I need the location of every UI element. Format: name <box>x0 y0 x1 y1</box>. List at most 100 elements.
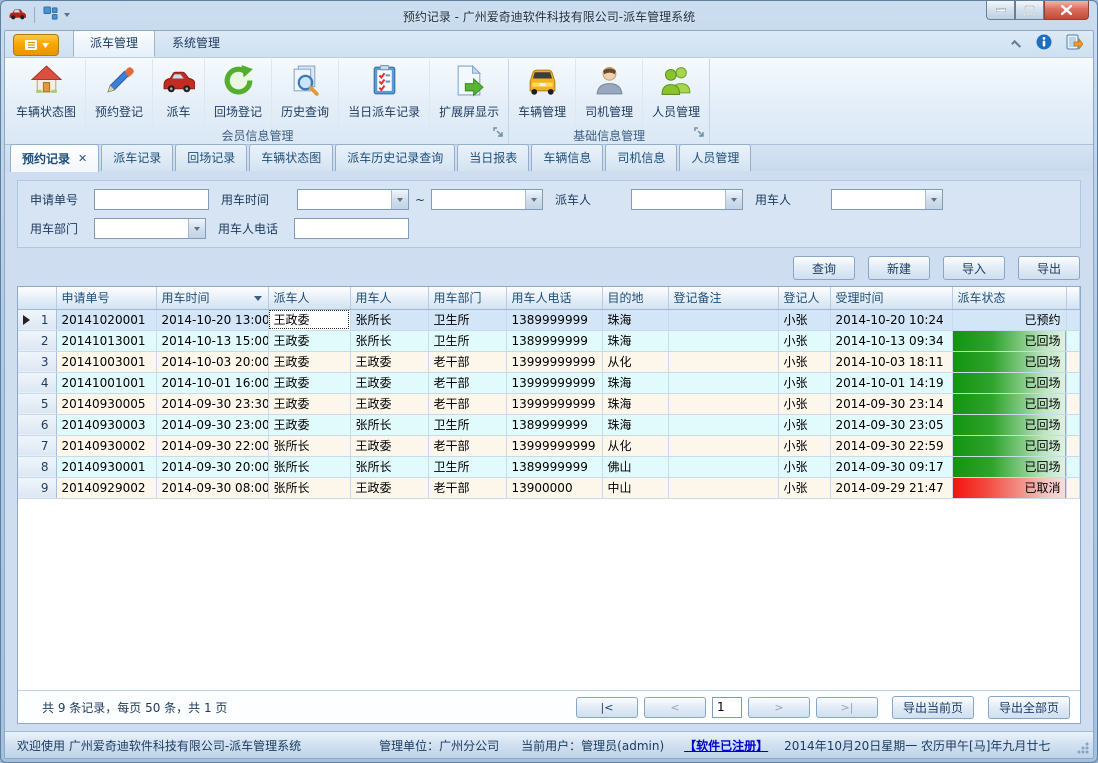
resize-grip-icon[interactable] <box>1077 742 1089 754</box>
cell[interactable] <box>668 372 778 393</box>
cell[interactable]: 张所长 <box>268 477 350 498</box>
ribbon-button-当日派车记录[interactable]: 当日派车记录 <box>338 59 429 126</box>
cell[interactable]: 2014-09-29 21:47 <box>830 477 952 498</box>
request-no-input[interactable] <box>94 189 209 210</box>
cell[interactable]: 老干部 <box>428 393 506 414</box>
dispatch-status-badge[interactable]: 已取消 <box>952 477 1066 498</box>
phone-input[interactable] <box>294 218 409 239</box>
column-header-登记人[interactable]: 登记人 <box>778 287 830 309</box>
table-row[interactable]: 6201409300032014-09-30 23:00王政委张所长卫生所138… <box>18 414 1080 435</box>
doc-tab-派车记录[interactable]: 派车记录 <box>101 144 173 171</box>
cell[interactable]: 张所长 <box>268 435 350 456</box>
cell[interactable] <box>668 414 778 435</box>
row-selector[interactable]: 4 <box>18 372 56 393</box>
dispatch-status-badge[interactable]: 已回场 <box>952 372 1066 393</box>
row-selector[interactable]: 7 <box>18 435 56 456</box>
cell[interactable]: 珠海 <box>602 414 668 435</box>
cell[interactable]: 2014-10-01 14:19 <box>830 372 952 393</box>
collapse-ribbon-icon[interactable] <box>1011 40 1021 50</box>
layout-grid-icon[interactable] <box>43 6 58 24</box>
cell[interactable] <box>668 456 778 477</box>
prev-page-button[interactable]: < <box>644 697 706 718</box>
cell[interactable]: 20140929002 <box>56 477 156 498</box>
row-selector-header[interactable] <box>18 287 56 309</box>
cell[interactable]: 小张 <box>778 351 830 372</box>
export-all-pages-button[interactable]: 导出全部页 <box>988 696 1070 719</box>
cell[interactable]: 2014-10-01 16:00 <box>156 372 268 393</box>
export-button[interactable]: 导出 <box>1018 256 1080 280</box>
cell[interactable]: 珠海 <box>602 309 668 330</box>
cell[interactable]: 王政委 <box>350 435 428 456</box>
column-header-派车状态[interactable]: 派车状态 <box>952 287 1066 309</box>
doc-tab-车辆状态图[interactable]: 车辆状态图 <box>249 144 333 171</box>
cell[interactable]: 珠海 <box>602 393 668 414</box>
cell[interactable]: 2014-09-30 09:17 <box>830 456 952 477</box>
cell[interactable]: 佛山 <box>602 456 668 477</box>
cell[interactable]: 20141001001 <box>56 372 156 393</box>
column-header-用车时间[interactable]: 用车时间 <box>156 287 268 309</box>
cell[interactable]: 卫生所 <box>428 330 506 351</box>
table-row[interactable]: 2201410130012014-10-13 15:00王政委张所长卫生所138… <box>18 330 1080 351</box>
cell[interactable]: 1389999999 <box>506 456 602 477</box>
column-header-登记备注[interactable]: 登记备注 <box>668 287 778 309</box>
ribbon-button-派车[interactable]: 派车 <box>152 59 204 126</box>
cell[interactable] <box>668 309 778 330</box>
doc-tab-车辆信息[interactable]: 车辆信息 <box>531 144 603 171</box>
cell[interactable]: 从化 <box>602 435 668 456</box>
doc-tab-当日报表[interactable]: 当日报表 <box>457 144 529 171</box>
cell[interactable]: 小张 <box>778 477 830 498</box>
cell[interactable]: 2014-09-30 23:05 <box>830 414 952 435</box>
ribbon-tab-系统管理[interactable]: 系统管理 <box>155 30 237 57</box>
doc-tab-预约记录[interactable]: 预约记录✕ <box>10 144 99 172</box>
cell[interactable]: 卫生所 <box>428 414 506 435</box>
cell[interactable]: 老干部 <box>428 477 506 498</box>
cell[interactable]: 张所长 <box>350 414 428 435</box>
ribbon-button-预约登记[interactable]: 预约登记 <box>85 59 152 126</box>
dispatcher-select[interactable] <box>631 189 743 210</box>
cell[interactable]: 老干部 <box>428 351 506 372</box>
cell[interactable]: 王政委 <box>268 309 350 330</box>
cell[interactable]: 20141020001 <box>56 309 156 330</box>
cell[interactable]: 1389999999 <box>506 309 602 330</box>
minimize-button[interactable] <box>986 1 1015 20</box>
cell[interactable]: 2014-09-30 23:14 <box>830 393 952 414</box>
cell[interactable]: 老干部 <box>428 435 506 456</box>
cell[interactable] <box>668 330 778 351</box>
cell[interactable] <box>668 393 778 414</box>
table-row[interactable]: 4201410010012014-10-01 16:00王政委王政委老干部139… <box>18 372 1080 393</box>
cell[interactable]: 小张 <box>778 393 830 414</box>
column-header-目的地[interactable]: 目的地 <box>602 287 668 309</box>
cell[interactable]: 王政委 <box>350 372 428 393</box>
table-row[interactable]: 1201410200012014-10-20 13:00王政委张所长卫生所138… <box>18 309 1080 330</box>
cell[interactable]: 王政委 <box>268 393 350 414</box>
cell[interactable]: 13999999999 <box>506 435 602 456</box>
dispatch-status-badge[interactable]: 已预约 <box>952 309 1066 330</box>
cell[interactable]: 小张 <box>778 309 830 330</box>
cell[interactable]: 张所长 <box>350 330 428 351</box>
ribbon-button-人员管理[interactable]: 人员管理 <box>642 59 709 126</box>
chevron-down-icon[interactable] <box>925 190 942 209</box>
sort-filter-icon[interactable] <box>254 296 262 301</box>
dispatch-status-badge[interactable]: 已回场 <box>952 330 1066 351</box>
table-row[interactable]: 8201409300012014-09-30 20:00张所长张所长卫生所138… <box>18 456 1080 477</box>
dispatch-status-badge[interactable]: 已回场 <box>952 456 1066 477</box>
cell[interactable]: 2014-10-13 15:00 <box>156 330 268 351</box>
exit-system-icon[interactable] <box>1066 34 1083 53</box>
dispatch-status-badge[interactable]: 已回场 <box>952 435 1066 456</box>
ribbon-button-司机管理[interactable]: 司机管理 <box>575 59 642 126</box>
doc-tab-派车历史记录查询[interactable]: 派车历史记录查询 <box>335 144 455 171</box>
cell[interactable]: 2014-09-30 22:59 <box>830 435 952 456</box>
use-time-to-select[interactable] <box>431 189 543 210</box>
column-header-申请单号[interactable]: 申请单号 <box>56 287 156 309</box>
use-time-from-select[interactable] <box>297 189 409 210</box>
query-button[interactable]: 查询 <box>793 256 855 280</box>
cell[interactable]: 2014-10-20 10:24 <box>830 309 952 330</box>
chevron-down-icon[interactable] <box>64 13 70 17</box>
column-header-派车人[interactable]: 派车人 <box>268 287 350 309</box>
cell[interactable]: 珠海 <box>602 372 668 393</box>
cell[interactable]: 卫生所 <box>428 456 506 477</box>
cell[interactable]: 20140930001 <box>56 456 156 477</box>
ribbon-button-历史查询[interactable]: 历史查询 <box>271 59 338 126</box>
doc-tab-人员管理[interactable]: 人员管理 <box>679 144 751 171</box>
cell[interactable]: 张所长 <box>268 456 350 477</box>
